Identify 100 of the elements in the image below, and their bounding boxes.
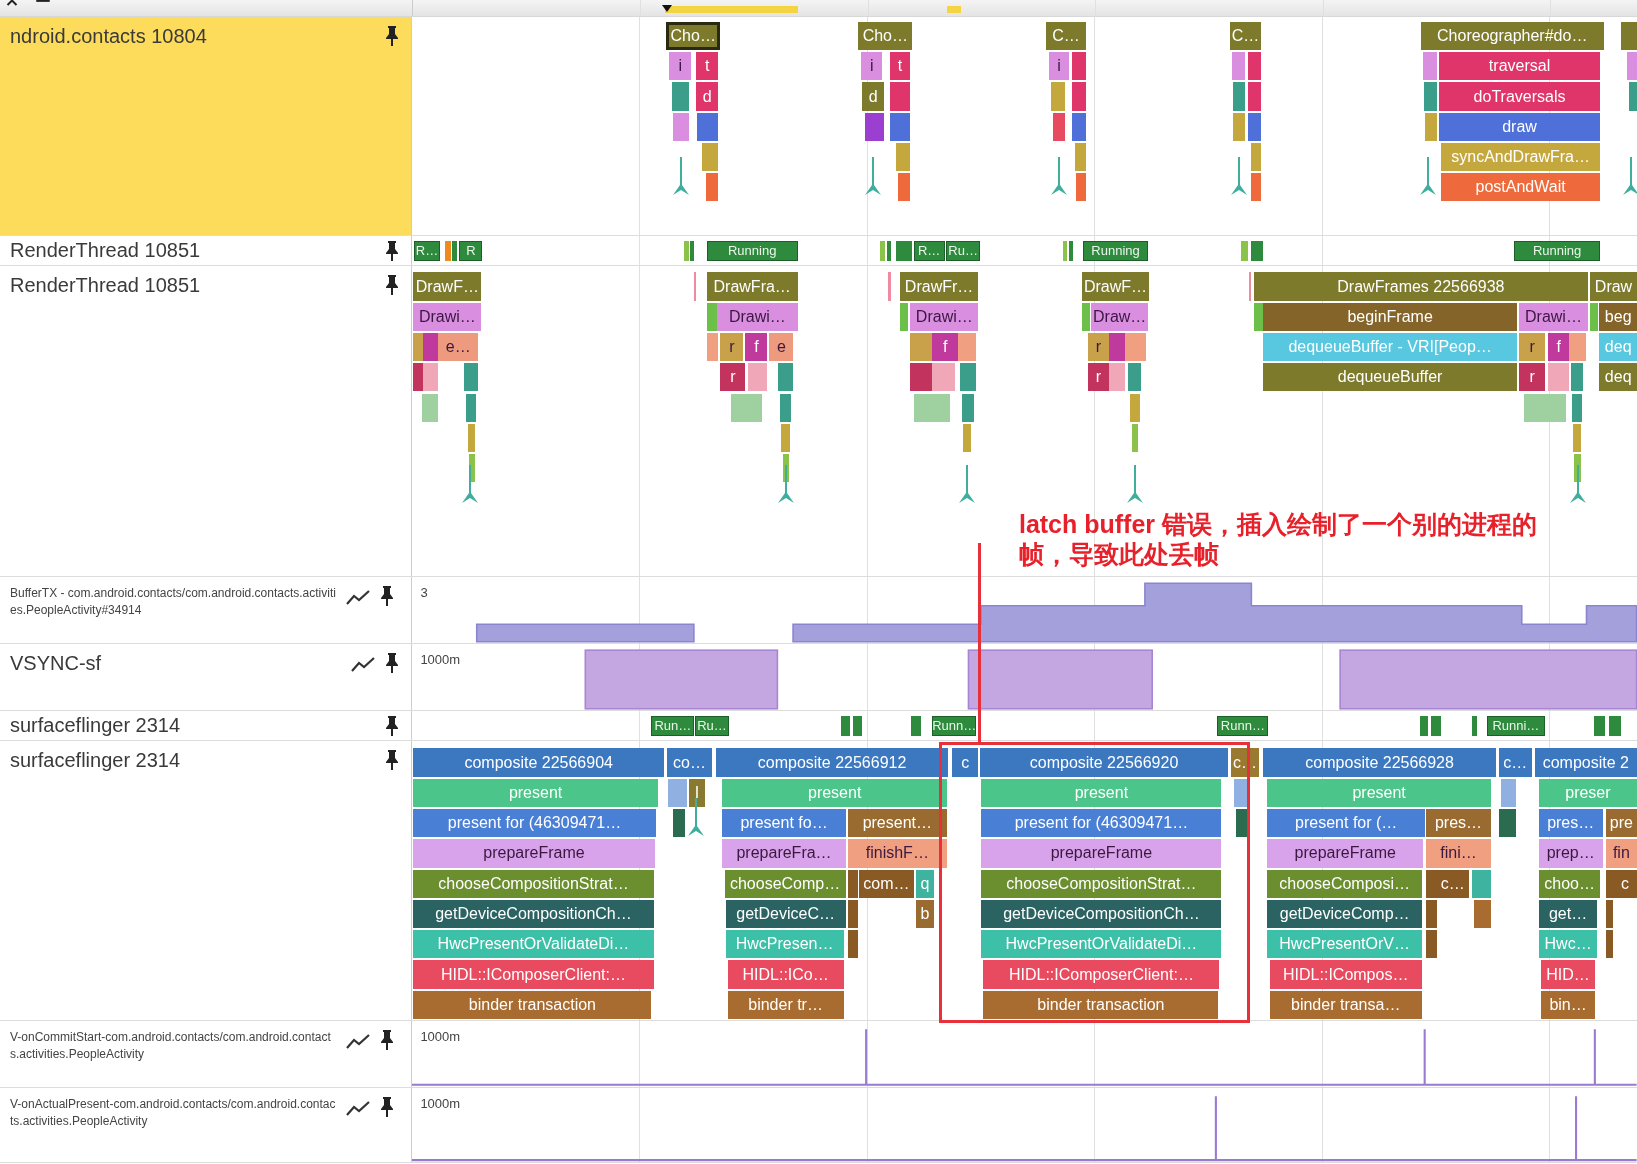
slice-block[interactable] bbox=[1571, 363, 1583, 392]
slice-block[interactable] bbox=[847, 869, 859, 898]
trace-slice[interactable]: i bbox=[861, 52, 883, 81]
thread-state-slice[interactable]: Running bbox=[1513, 240, 1601, 261]
trace-slice[interactable]: chooseCompositionStrat… bbox=[413, 869, 654, 898]
state-block[interactable] bbox=[1594, 715, 1605, 736]
pin-icon[interactable] bbox=[385, 652, 400, 675]
slice-block[interactable] bbox=[1072, 52, 1086, 81]
state-block[interactable] bbox=[841, 715, 850, 736]
chart-icon[interactable] bbox=[351, 656, 376, 673]
time-marker-icon[interactable] bbox=[661, 5, 672, 12]
trace-slice[interactable]: getDeviceComp… bbox=[1267, 899, 1422, 929]
thread-state-slice[interactable]: Running bbox=[706, 240, 798, 261]
trace-slice[interactable]: DrawF… bbox=[1081, 272, 1150, 301]
trace-slice[interactable]: d bbox=[696, 82, 719, 111]
slice-block[interactable] bbox=[847, 930, 859, 959]
flow-arrow-icon[interactable] bbox=[1126, 464, 1145, 505]
slice-block[interactable] bbox=[697, 112, 719, 141]
trace-slice[interactable]: b bbox=[915, 899, 935, 929]
slice-block[interactable] bbox=[1572, 393, 1582, 422]
state-block[interactable] bbox=[1472, 715, 1478, 736]
state-block[interactable] bbox=[452, 240, 458, 261]
trace-slice[interactable]: DrawFr… bbox=[899, 272, 979, 301]
slice-block[interactable] bbox=[779, 393, 792, 422]
pin-icon[interactable] bbox=[385, 274, 400, 297]
trace-slice[interactable]: chooseCompositionStrat… bbox=[981, 869, 1222, 898]
trace-slice[interactable]: draw bbox=[1438, 112, 1601, 141]
slice-block[interactable] bbox=[1247, 52, 1262, 81]
slice-block[interactable] bbox=[1053, 112, 1065, 141]
trace-slice[interactable]: f bbox=[745, 333, 768, 362]
trace-slice[interactable]: Drawi… bbox=[910, 302, 979, 331]
state-block[interactable] bbox=[1069, 240, 1074, 261]
trace-slice[interactable]: traversal bbox=[1438, 52, 1601, 81]
pin-icon[interactable] bbox=[385, 714, 400, 737]
slice-block[interactable] bbox=[1605, 930, 1613, 959]
trace-slice[interactable]: r bbox=[720, 363, 746, 392]
trace-slice[interactable]: e bbox=[769, 333, 794, 362]
trace-slice[interactable]: getDeviceCompositionCh… bbox=[981, 899, 1222, 929]
slice-block[interactable] bbox=[960, 363, 977, 392]
trace-slice[interactable]: i bbox=[669, 52, 692, 81]
trace-slice[interactable]: postAndWait bbox=[1440, 173, 1601, 202]
pin-icon[interactable] bbox=[385, 239, 400, 262]
slice-block[interactable] bbox=[889, 82, 911, 111]
trace-slice[interactable]: Draw… bbox=[1091, 302, 1149, 331]
slice-block[interactable] bbox=[1605, 869, 1613, 898]
slice-block[interactable] bbox=[1072, 112, 1086, 141]
state-block[interactable] bbox=[444, 240, 451, 261]
trace-slice[interactable]: present for (46309471… bbox=[981, 809, 1222, 838]
trace-slice[interactable]: pres… bbox=[1426, 809, 1491, 838]
trace-slice[interactable]: Drawi… bbox=[1519, 302, 1588, 331]
slice-block[interactable] bbox=[1621, 21, 1637, 51]
trace-slice[interactable]: getDeviceCompositionCh… bbox=[413, 899, 654, 929]
slice-block[interactable] bbox=[1127, 363, 1142, 392]
trace-slice[interactable]: d bbox=[862, 82, 885, 111]
slice-block[interactable] bbox=[847, 899, 859, 929]
trace-slice[interactable]: DrawFra… bbox=[706, 272, 798, 301]
trace-slice[interactable]: prepareFra… bbox=[722, 839, 846, 868]
flow-arrow-icon[interactable] bbox=[1050, 156, 1069, 197]
state-block[interactable] bbox=[1062, 240, 1067, 261]
slice-block[interactable] bbox=[1232, 82, 1246, 111]
state-block[interactable] bbox=[1250, 240, 1264, 261]
trace-slice[interactable]: doTraversals bbox=[1438, 82, 1601, 111]
trace-slice[interactable]: f bbox=[932, 333, 959, 362]
thread-state-slice[interactable]: Runn… bbox=[1217, 715, 1269, 736]
trace-slice[interactable]: present for (… bbox=[1267, 809, 1426, 838]
trace-slice[interactable]: DrawFrames 22566938 bbox=[1253, 272, 1588, 301]
state-block[interactable] bbox=[887, 240, 891, 261]
pin-icon[interactable] bbox=[380, 1095, 394, 1118]
thread-state-slice[interactable]: R… bbox=[414, 240, 440, 261]
flow-arrow-icon[interactable] bbox=[1622, 156, 1637, 197]
flow-arrow-icon[interactable] bbox=[958, 464, 977, 505]
trace-slice[interactable]: chooseComp… bbox=[724, 869, 846, 898]
trace-slice[interactable]: dequeueBuffer bbox=[1263, 363, 1517, 392]
slice-block[interactable] bbox=[463, 363, 479, 392]
minus-icon[interactable] bbox=[34, 0, 52, 3]
trace-slice[interactable]: present for (46309471… bbox=[413, 809, 656, 838]
trace-slice[interactable]: Draw bbox=[1590, 272, 1637, 301]
trace-slice[interactable]: HwcPresentOrValidateDi… bbox=[981, 930, 1222, 959]
trace-slice[interactable]: beginFrame bbox=[1263, 302, 1517, 331]
state-block[interactable] bbox=[1419, 715, 1429, 736]
slice-block[interactable] bbox=[1426, 869, 1437, 898]
trace-slice[interactable]: HID… bbox=[1540, 960, 1596, 989]
state-block[interactable] bbox=[1608, 715, 1622, 736]
thread-state-slice[interactable]: Run… bbox=[651, 715, 695, 736]
slice-block[interactable] bbox=[961, 393, 975, 422]
trace-slice[interactable]: get… bbox=[1538, 899, 1598, 929]
pin-icon[interactable] bbox=[385, 24, 400, 47]
trace-slice[interactable]: finishF… bbox=[847, 839, 947, 868]
state-block[interactable] bbox=[911, 715, 921, 736]
slice-block[interactable] bbox=[673, 809, 685, 838]
trace-slice[interactable]: DrawF… bbox=[413, 272, 482, 301]
slice-block[interactable] bbox=[413, 363, 423, 392]
trace-slice[interactable]: Cho… bbox=[858, 21, 913, 51]
trace-slice[interactable]: binder tr… bbox=[727, 990, 844, 1019]
slice-block[interactable] bbox=[1076, 173, 1086, 202]
trace-slice[interactable]: Hwc… bbox=[1538, 930, 1598, 959]
trace-slice[interactable]: c bbox=[1613, 869, 1637, 898]
flow-arrow-icon[interactable] bbox=[776, 464, 795, 505]
trace-slice[interactable]: HwcPresen… bbox=[725, 930, 844, 959]
thread-state-slice[interactable]: Ru… bbox=[945, 240, 981, 261]
